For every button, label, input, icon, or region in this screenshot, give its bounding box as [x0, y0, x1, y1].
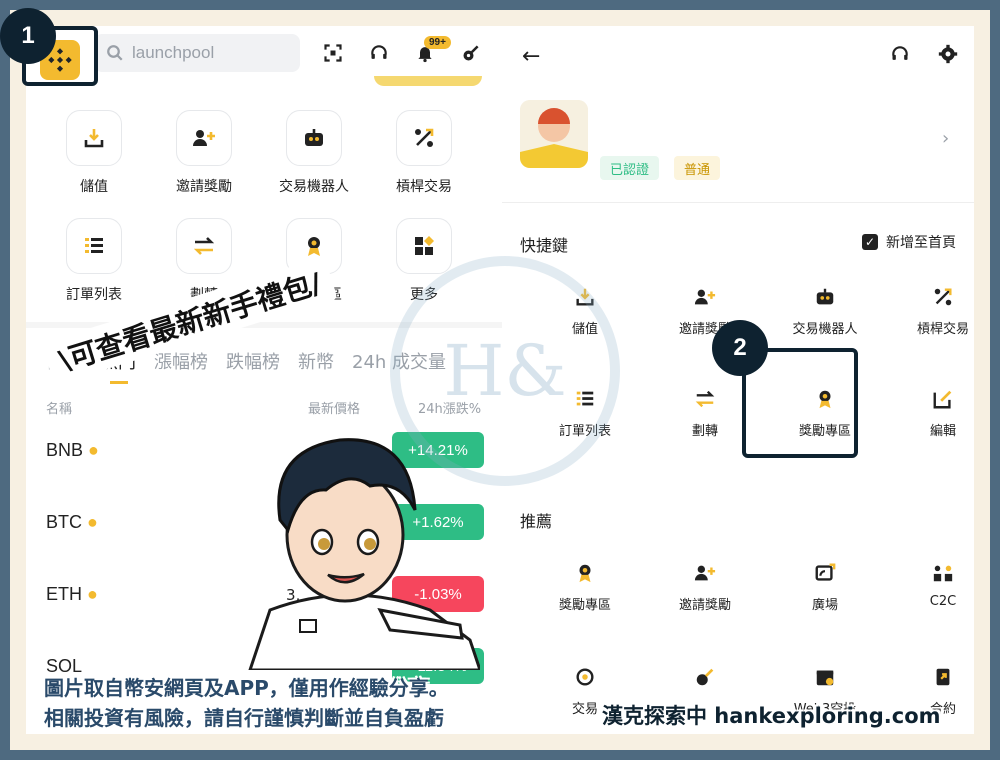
coin-symbol: BNB ●	[46, 440, 99, 460]
profile-divider	[502, 202, 974, 203]
recommend-label: 邀請獎勵	[678, 598, 731, 613]
add-to-home-toggle[interactable]: ✓ 新增至首頁	[862, 232, 956, 252]
recommend-title: 推薦	[520, 512, 553, 531]
chevron-right-icon[interactable]: ›	[942, 128, 949, 149]
support-headset-icon[interactable]	[890, 44, 910, 69]
shortcut-bot[interactable]: 交易機器人	[770, 282, 880, 337]
recommend-label: 廣場	[811, 598, 838, 613]
grid-item-deposit[interactable]: 儲值	[44, 110, 144, 196]
step-badge-1: 1	[0, 8, 56, 64]
shortcut-margin[interactable]: 槓桿交易	[888, 282, 974, 337]
grid-item-label: 邀請獎勵	[176, 179, 232, 195]
grid-item-label: 儲值	[80, 179, 108, 195]
orders-icon	[66, 218, 122, 274]
coin-symbol: ETH ●	[46, 584, 98, 604]
hot-flame-icon: ●	[87, 512, 98, 532]
tab-new[interactable]: 新幣	[298, 348, 334, 374]
coin-symbol: BTC ●	[46, 512, 98, 532]
col-head-name: 名稱	[46, 402, 73, 417]
bot-icon	[286, 110, 342, 166]
c2c-icon	[888, 558, 974, 588]
support-headset-icon[interactable]	[366, 40, 392, 66]
search-placeholder: launchpool	[132, 43, 215, 62]
feedback-icon[interactable]	[458, 40, 484, 66]
grid-item-margin[interactable]: 槓桿交易	[374, 110, 474, 196]
trade-icon	[530, 662, 640, 692]
add-to-home-label: 新增至首頁	[886, 235, 956, 251]
step-badge-2: 2	[712, 320, 768, 376]
shortcut-label: 槓桿交易	[916, 322, 969, 337]
recommend-c2c[interactable]: C2C	[888, 558, 974, 609]
invite-icon	[650, 282, 760, 312]
margin-icon	[888, 282, 974, 312]
bot-icon	[770, 282, 880, 312]
shortcut-label: 編輯	[929, 424, 956, 439]
level-tag: 普通	[674, 156, 721, 180]
scan-icon[interactable]	[320, 40, 346, 66]
grid-item-label: 交易機器人	[279, 179, 349, 195]
disclaimer-line-2: 相關投資有風險，請自行謹慎判斷並自負盈虧	[44, 706, 444, 730]
grid-item-bot[interactable]: 交易機器人	[264, 110, 364, 196]
site-credit: 漢克探索中 hankexploring.com	[602, 704, 941, 728]
hot-flame-icon: ●	[87, 584, 98, 604]
recommend-reward[interactable]: 獎勵專區	[530, 558, 640, 613]
more-icon	[396, 218, 452, 274]
recommend-label: C2C	[929, 594, 957, 609]
square-icon	[770, 558, 880, 588]
notification-badge: 99+	[424, 36, 451, 49]
invite-icon	[650, 558, 760, 588]
grid-item-label: 訂單列表	[66, 287, 122, 303]
futures-icon	[888, 662, 974, 692]
disclaimer-line-1: 圖片取自幣安網頁及APP，僅用作經驗分享。	[44, 676, 449, 700]
shortcut-edit[interactable]: 編輯	[888, 384, 974, 439]
grid-item-invite[interactable]: 邀請獎勵	[154, 110, 254, 196]
grid-item-orders[interactable]: 訂單列表	[44, 218, 144, 304]
invite-icon	[176, 110, 232, 166]
checkbox-checked-icon[interactable]: ✓	[862, 234, 878, 250]
pay-icon	[650, 662, 760, 692]
shortcuts-title: 快捷鍵	[520, 236, 569, 255]
recommend-pay[interactable]	[650, 662, 760, 698]
gear-icon[interactable]	[938, 44, 958, 69]
recommend-invite[interactable]: 邀請獎勵	[650, 558, 760, 613]
grid-item-label: 槓桿交易	[396, 179, 452, 195]
verified-tag: 已認證	[600, 156, 660, 180]
search-icon	[107, 45, 123, 61]
recommend-square[interactable]: 廣場	[770, 558, 880, 613]
calendar-icon	[770, 662, 880, 692]
recommend-label: 獎勵專區	[558, 598, 611, 613]
search-bar[interactable]: launchpool	[94, 34, 300, 72]
banner-edge	[374, 76, 482, 86]
deposit-icon	[66, 110, 122, 166]
cartoon-character-icon	[230, 410, 483, 672]
shortcut-label: 交易機器人	[792, 322, 858, 337]
hot-flame-icon: ●	[88, 440, 99, 460]
margin-icon	[396, 110, 452, 166]
transfer-icon	[176, 218, 232, 274]
tab-losers[interactable]: 跌幅榜	[226, 348, 280, 374]
reward-icon	[530, 558, 640, 588]
edit-icon	[888, 384, 974, 414]
back-arrow-icon[interactable]: ←	[522, 44, 540, 69]
avatar[interactable]	[520, 100, 588, 168]
